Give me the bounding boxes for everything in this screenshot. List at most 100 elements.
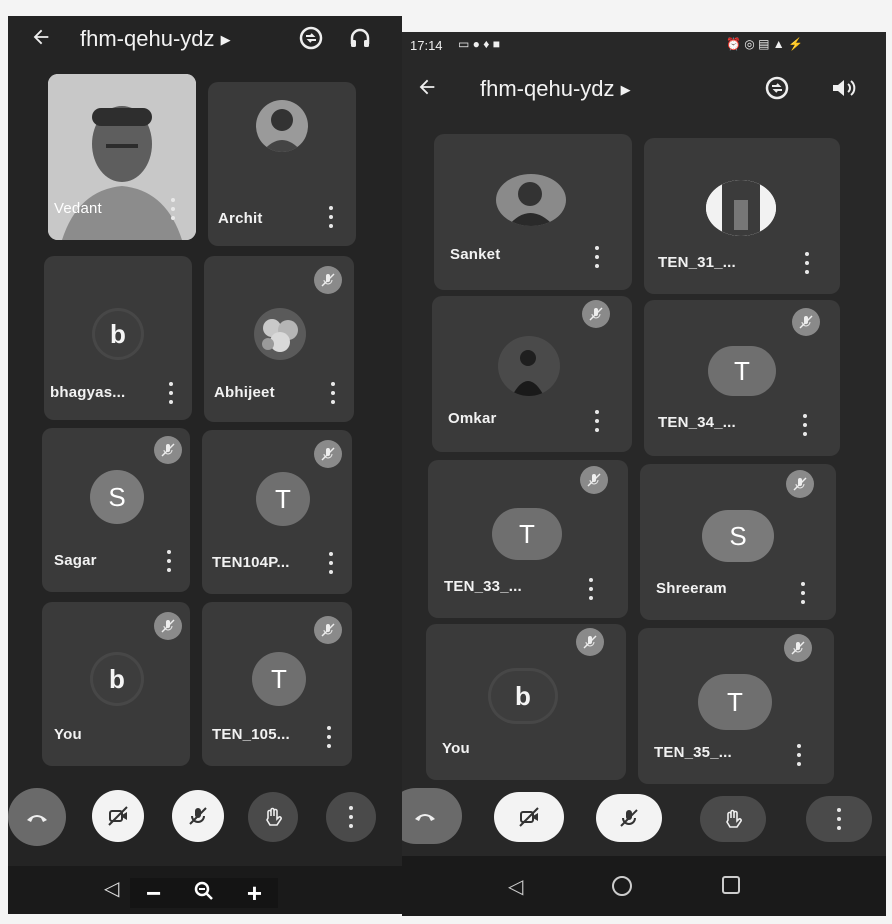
zoom-out-button[interactable]: − [146, 878, 161, 909]
more-vert-icon[interactable] [588, 578, 594, 600]
participant-tile[interactable]: TEN_31_... [644, 138, 840, 294]
participant-name: You [442, 740, 470, 757]
participant-name: Abhijeet [214, 384, 275, 401]
mic-off-icon [786, 470, 814, 498]
participant-avatar [254, 308, 306, 360]
meeting-code: fhm-qehu-ydz [480, 76, 615, 101]
more-vert-icon[interactable] [594, 410, 600, 432]
status-time: 17:14 [410, 38, 443, 53]
more-vert-icon[interactable] [328, 552, 334, 574]
more-vert-icon[interactable] [330, 382, 336, 404]
mic-off-icon [580, 466, 608, 494]
video-off-icon [108, 806, 128, 826]
mic-off-icon [784, 634, 812, 662]
raise-hand-button[interactable] [248, 792, 298, 842]
zoom-magnifier-icon[interactable] [193, 880, 215, 907]
end-call-button[interactable] [402, 788, 462, 844]
more-vert-icon[interactable] [168, 382, 174, 404]
participant-avatar: b [92, 308, 144, 360]
participant-avatar: S [702, 510, 774, 562]
mic-off-button[interactable] [172, 790, 224, 842]
camera-off-button[interactable] [92, 790, 144, 842]
mic-off-button[interactable] [596, 794, 662, 842]
participant-tile[interactable]: b You [426, 624, 626, 780]
participant-tile[interactable]: Archit [208, 82, 356, 246]
mic-off-icon [620, 809, 638, 827]
zoom-controls: − + [130, 878, 278, 908]
participant-avatar: b [488, 668, 558, 724]
recents-nav-icon[interactable] [722, 876, 740, 894]
participant-avatar [256, 100, 308, 152]
participant-name: bhagyas... [50, 384, 126, 401]
participant-tile[interactable]: S Sagar [42, 428, 190, 592]
status-bar: 17:14 ▭ ● ♦ ■ ⏰ ◎ ▤ ▲ ⚡ [402, 32, 886, 60]
more-vert-icon[interactable] [170, 198, 176, 220]
participant-tile[interactable]: Abhijeet [204, 256, 354, 422]
mic-off-icon [582, 300, 610, 328]
participant-tile[interactable]: T TEN_34_... [644, 300, 840, 456]
mic-off-icon [154, 612, 182, 640]
camera-off-button[interactable] [494, 792, 564, 842]
zoom-in-button[interactable]: + [247, 878, 262, 909]
more-vert-icon[interactable] [326, 726, 332, 748]
more-vert-icon[interactable] [800, 582, 806, 604]
end-call-button[interactable] [8, 788, 66, 846]
speaker-icon[interactable] [830, 76, 856, 100]
back-nav-icon[interactable]: ◁ [104, 876, 119, 901]
mic-off-icon [314, 440, 342, 468]
raise-hand-button[interactable] [700, 796, 766, 842]
participant-tile[interactable]: T TEN_105... [202, 602, 352, 766]
phone-hangup-icon [415, 814, 435, 821]
mic-off-icon [792, 308, 820, 336]
meeting-title[interactable]: fhm-qehu-ydz ▶ [80, 26, 231, 52]
mic-off-icon [576, 628, 604, 656]
more-vert-icon[interactable] [796, 744, 802, 766]
participant-tile[interactable]: Sanket [434, 134, 632, 290]
switch-camera-icon[interactable] [298, 26, 324, 50]
mic-off-icon [154, 436, 182, 464]
left-screen: fhm-qehu-ydz ▶ Vedant Archit b bhagyas..… [8, 16, 402, 914]
participant-tile[interactable]: Omkar [432, 296, 632, 452]
more-options-button[interactable] [806, 796, 872, 842]
hand-icon [266, 807, 282, 826]
participant-avatar [706, 180, 776, 236]
participant-name: Sagar [54, 552, 97, 569]
participant-avatar [496, 174, 566, 226]
status-system-icons: ⏰ ◎ ▤ ▲ ⚡ [726, 37, 803, 51]
more-vert-icon[interactable] [166, 550, 172, 572]
more-vert-icon[interactable] [594, 246, 600, 268]
caret-right-icon: ▶ [220, 32, 231, 48]
more-vert-icon[interactable] [328, 206, 334, 228]
participant-avatar: T [708, 346, 776, 396]
participant-tile[interactable]: T TEN_35_... [638, 628, 834, 784]
mic-off-icon [314, 266, 342, 294]
participant-name: Vedant [54, 200, 102, 217]
meeting-title[interactable]: fhm-qehu-ydz ▶ [480, 76, 631, 102]
participant-tile[interactable]: T TEN_33_... [428, 460, 628, 618]
mic-off-icon [189, 807, 207, 825]
more-vert-icon[interactable] [804, 252, 810, 274]
participant-tile[interactable]: b bhagyas... [44, 256, 192, 420]
participant-tile[interactable]: b You [42, 602, 190, 766]
participant-tile[interactable]: Vedant [48, 74, 196, 240]
participant-tile[interactable]: T TEN104P... [202, 430, 352, 594]
participant-name: TEN_35_... [654, 744, 732, 761]
participant-name: You [54, 726, 82, 743]
participant-tile[interactable]: S Shreeram [640, 464, 836, 620]
right-screen: 17:14 ▭ ● ♦ ■ ⏰ ◎ ▤ ▲ ⚡ fhm-qehu-ydz ▶ S… [402, 32, 886, 916]
back-arrow-icon[interactable] [30, 26, 52, 48]
more-vert-icon [836, 808, 842, 830]
participant-avatar [498, 336, 560, 396]
participant-name: TEN104P... [212, 554, 290, 571]
back-nav-icon[interactable]: ◁ [508, 874, 523, 899]
headphones-icon[interactable] [348, 26, 372, 50]
participant-name: TEN_34_... [658, 414, 736, 431]
more-options-button[interactable] [326, 792, 376, 842]
more-vert-icon[interactable] [802, 414, 808, 436]
participant-name: Archit [218, 210, 263, 227]
switch-camera-icon[interactable] [764, 76, 790, 100]
navigation-bar: ◁ [402, 856, 886, 916]
participant-avatar: T [256, 472, 310, 526]
back-arrow-icon[interactable] [416, 76, 438, 98]
home-nav-icon[interactable] [612, 876, 632, 896]
